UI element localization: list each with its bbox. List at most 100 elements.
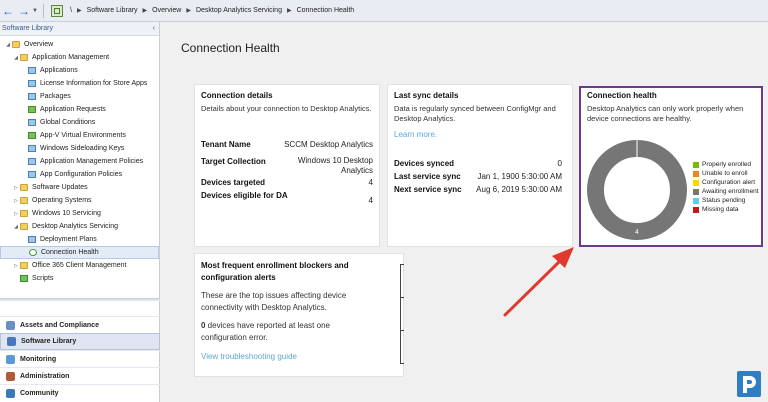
breadcrumb-software-library[interactable]: Software Library	[84, 7, 141, 14]
legend-label: Status pending	[702, 197, 746, 204]
forward-arrow-icon[interactable]: →	[16, 3, 32, 19]
expand-icon[interactable]: ▷	[12, 211, 20, 217]
pane-splitter[interactable]	[0, 298, 160, 301]
donut-slice-awaiting-enrollment[interactable]	[587, 140, 687, 240]
tree-item-app-v-virtual-environments[interactable]: App-V Virtual Environments	[0, 129, 159, 142]
blockers-title: Most frequent enrollment blockers and co…	[201, 261, 349, 282]
legend-item[interactable]: Status pending	[693, 196, 759, 205]
folder-icon	[20, 223, 28, 230]
collapse-icon[interactable]: ◢	[4, 42, 12, 48]
devices-targeted-label: Devices targeted	[201, 178, 266, 187]
workspace-monitoring[interactable]: Monitoring	[0, 350, 160, 367]
devices-eligible-value: 4	[368, 196, 373, 205]
target-collection-value: Windows 10 Desktop Analytics	[297, 156, 373, 175]
tree-item-app-configuration-policies[interactable]: App Configuration Policies	[0, 168, 159, 181]
devices-eligible-label: Devices eligible for DA	[201, 191, 288, 200]
legend-label: Properly enrolled	[702, 161, 752, 168]
legend-item[interactable]: Properly enrolled	[693, 160, 759, 169]
workspace-label: Administration	[20, 372, 70, 380]
workspace-icon	[6, 371, 15, 381]
tree-item-label: Global Conditions	[40, 119, 96, 126]
tree-item-label: Application Requests	[40, 106, 106, 113]
connection-details-title: Connection details	[201, 91, 273, 100]
node-icon	[28, 171, 36, 178]
enrollment-blockers-card: Most frequent enrollment blockers and co…	[194, 253, 404, 377]
tree-item-scripts[interactable]: Scripts	[0, 272, 159, 285]
workspace-assets-and-compliance[interactable]: Assets and Compliance	[0, 316, 160, 333]
tree-item-label: Office 365 Client Management	[32, 262, 127, 269]
node-icon	[28, 158, 36, 165]
tree-item-deployment-plans[interactable]: Deployment Plans	[0, 233, 159, 246]
legend-swatch	[693, 206, 699, 213]
expand-icon[interactable]: ▷	[12, 198, 20, 204]
chevron-down-icon[interactable]: ▼	[32, 8, 40, 14]
breadcrumb-desktop-analytics-servicing[interactable]: Desktop Analytics Servicing	[193, 7, 285, 14]
tree-item-windows-10-servicing[interactable]: ▷ Windows 10 Servicing	[0, 207, 159, 220]
breadcrumb-connection-health[interactable]: Connection Health	[294, 7, 358, 14]
workspace-icon	[6, 320, 15, 330]
tree-item-license-information-for-store-apps[interactable]: License Information for Store Apps	[0, 77, 159, 90]
devices-synced-label: Devices synced	[394, 159, 455, 168]
connection-details-card: Connection details Details about your co…	[194, 84, 380, 247]
tree-item-label: License Information for Store Apps	[40, 80, 148, 87]
tree-item-global-conditions[interactable]: Global Conditions	[0, 116, 159, 129]
blockers-count-text: 0 devices have reported at least one con…	[195, 314, 370, 344]
breadcrumb-separator-icon[interactable]: ▶	[285, 7, 294, 14]
folder-icon	[20, 197, 28, 204]
workspace-label: Assets and Compliance	[20, 321, 99, 329]
tree-item-label: Windows Sideloading Keys	[40, 145, 125, 152]
workspace-administration[interactable]: Administration	[0, 367, 160, 384]
console-home-icon[interactable]	[51, 4, 63, 17]
tree-item-connection-health[interactable]: Connection Health	[0, 246, 159, 259]
tree-item-label: Windows 10 Servicing	[32, 210, 101, 217]
workspace-icon	[7, 337, 16, 346]
legend-swatch	[693, 197, 699, 204]
tree-item-overview[interactable]: ◢ Overview	[0, 38, 159, 51]
legend-item[interactable]: Awaiting enrollment	[693, 187, 759, 196]
connection-health-donut-chart[interactable]: 4	[582, 135, 692, 245]
expand-icon[interactable]: ▷	[12, 263, 20, 269]
node-icon	[28, 106, 36, 113]
node-icon	[28, 93, 36, 100]
legend-swatch	[693, 188, 699, 195]
collapse-pane-icon[interactable]: ‹	[153, 25, 155, 32]
tree-item-desktop-analytics-servicing[interactable]: ◢ Desktop Analytics Servicing	[0, 220, 159, 233]
connection-health-description: Desktop Analytics can only work properly…	[587, 104, 744, 123]
tree-item-windows-sideloading-keys[interactable]: Windows Sideloading Keys	[0, 142, 159, 155]
tree-item-office-365-client-management[interactable]: ▷ Office 365 Client Management	[0, 259, 159, 272]
navigation-pane-title: Software Library	[2, 25, 53, 32]
bracket-tick	[400, 297, 404, 298]
legend-item[interactable]: Configuration alert	[693, 178, 759, 187]
node-icon	[28, 145, 36, 152]
breadcrumb-separator-icon[interactable]: ▶	[141, 7, 150, 14]
expand-icon[interactable]: ▷	[12, 185, 20, 191]
back-arrow-icon[interactable]: ←	[0, 3, 16, 19]
learn-more-link[interactable]: Learn more.	[388, 124, 572, 145]
tree-item-label: Desktop Analytics Servicing	[32, 223, 118, 230]
breadcrumb-overview[interactable]: Overview	[149, 7, 184, 14]
breadcrumb-separator-icon[interactable]: ▶	[75, 7, 84, 14]
legend-swatch	[693, 161, 699, 168]
tree-item-application-management[interactable]: ◢ Application Management	[0, 51, 159, 64]
legend-item[interactable]: Missing data	[693, 205, 759, 214]
tree-item-label: App Configuration Policies	[40, 171, 123, 178]
page-title: Connection Health	[181, 41, 280, 55]
tree-item-software-updates[interactable]: ▷ Software Updates	[0, 181, 159, 194]
tree-item-packages[interactable]: Packages	[0, 90, 159, 103]
tree-item-application-management-policies[interactable]: Application Management Policies	[0, 155, 159, 168]
legend-label: Missing data	[702, 206, 739, 213]
tree-item-application-requests[interactable]: Application Requests	[0, 103, 159, 116]
workspace-software-library[interactable]: Software Library	[0, 333, 160, 350]
tree-item-operating-systems[interactable]: ▷ Operating Systems	[0, 194, 159, 207]
collapse-icon[interactable]: ◢	[12, 224, 20, 230]
breadcrumb-separator-icon[interactable]: ▶	[184, 7, 193, 14]
tree-item-label: Application Management Policies	[40, 158, 144, 165]
troubleshooting-guide-link[interactable]: View troubleshooting guide	[195, 344, 403, 361]
collapse-icon[interactable]: ◢	[12, 55, 20, 61]
workspace-community[interactable]: Community	[0, 384, 160, 401]
workspace-icon	[6, 354, 15, 364]
legend-item[interactable]: Unable to enroll	[693, 169, 759, 178]
breadcrumb-root[interactable]: \	[67, 7, 75, 14]
node-icon	[28, 132, 36, 139]
tree-item-applications[interactable]: Applications	[0, 64, 159, 77]
